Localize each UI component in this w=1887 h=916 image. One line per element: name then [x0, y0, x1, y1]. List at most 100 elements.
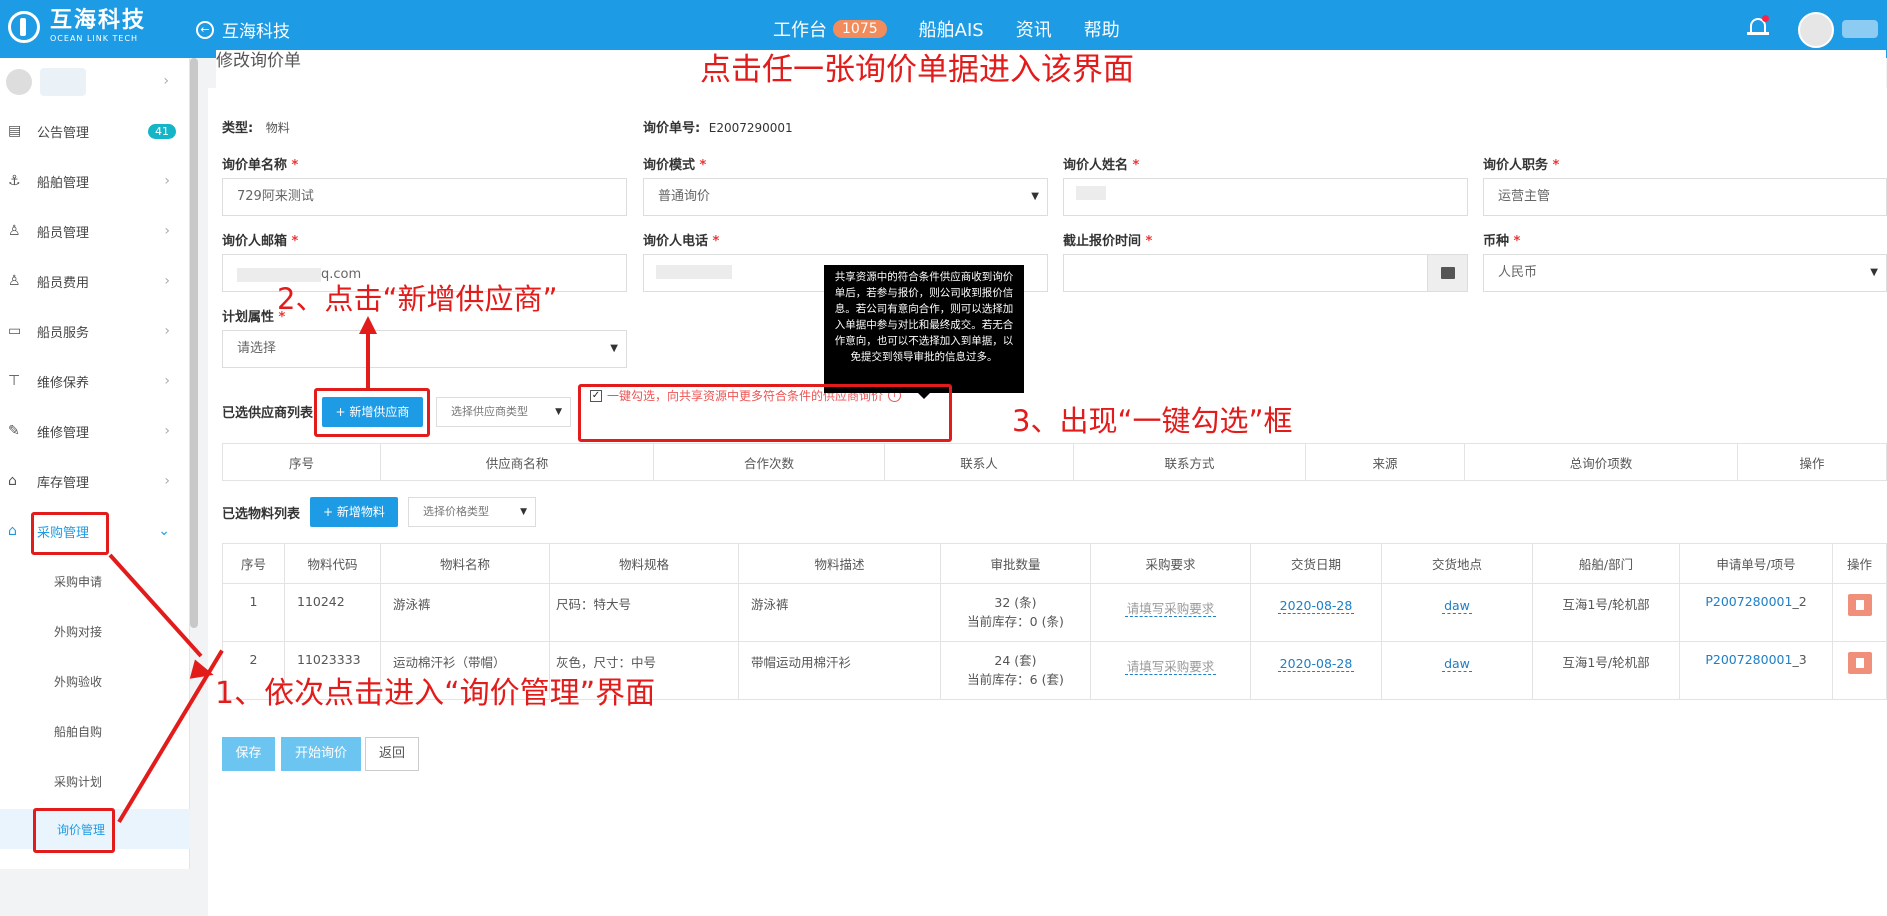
annotation-step1: 1、依次点击进入“询价管理”界面 — [215, 676, 656, 711]
cell-date[interactable]: 2020-08-28 — [1250, 583, 1382, 642]
highlight-inquiry — [33, 808, 115, 853]
sidebar-item-ship[interactable]: ⚓ 船舶管理 › — [0, 161, 190, 201]
plan-attr-label: 计划属性 * — [222, 310, 286, 325]
col-header: 合作次数 — [653, 443, 885, 481]
item-no: _3 — [1792, 652, 1807, 667]
subitem-label: 外购验收 — [54, 675, 103, 689]
cell-place[interactable]: daw — [1381, 583, 1533, 642]
sidebar-subitem-external-acceptance[interactable]: 外购验收 — [0, 661, 190, 701]
sidebar-subitem-purchase-request[interactable]: 采购申请 — [0, 561, 190, 601]
sidebar-subitem-purchase-plan[interactable]: 采购计划 — [0, 761, 190, 801]
sidebar-item-inventory[interactable]: ⌂ 库存管理 › — [0, 461, 190, 501]
place-input[interactable]: daw — [1442, 598, 1472, 614]
back-button[interactable]: ← 互海科技 — [196, 17, 290, 42]
qty-value: 24 (套) — [994, 653, 1037, 668]
add-material-label: 新增物料 — [336, 505, 385, 519]
blurred-name — [1076, 186, 1106, 200]
bell-icon[interactable] — [1747, 15, 1769, 39]
nav-help[interactable]: 帮助 — [1084, 16, 1120, 42]
date-input[interactable]: 2020-08-28 — [1277, 656, 1355, 672]
logo[interactable]: 互海科技 OCEAN LINK TECH — [8, 10, 146, 43]
subitem-label: 采购计划 — [54, 775, 103, 789]
col-header: 交货地点 — [1381, 543, 1533, 584]
qty-value: 32 (条) — [994, 595, 1037, 610]
cell-place[interactable]: daw — [1381, 641, 1533, 700]
date-input[interactable]: 2020-08-28 — [1277, 598, 1355, 614]
add-material-button[interactable]: + 新增物料 — [310, 497, 398, 527]
deadline-label: 截止报价时间 * — [1063, 234, 1153, 249]
chevron-right-icon: › — [164, 473, 170, 489]
sidebar-item-label: 船员管理 — [37, 225, 90, 241]
sidebar-item-label: 船舶管理 — [37, 175, 90, 191]
nav-ais[interactable]: 船舶AIS — [919, 16, 984, 42]
sidebar-item-crew-service[interactable]: ▭ 船员服务 › — [0, 311, 190, 351]
bag-icon: ⌂ — [8, 523, 17, 539]
back-button-bottom[interactable]: 返回 — [365, 737, 419, 771]
trash-icon[interactable] — [1847, 594, 1872, 616]
supplier-type-select[interactable]: 选择供应商类型 ▼ — [436, 397, 571, 427]
plan-attr-select[interactable]: 请选择 ▼ — [222, 330, 627, 368]
cell-req[interactable]: 请填写采购要求 — [1090, 583, 1251, 642]
inquirer-duty-label: 询价人职务 * — [1483, 158, 1560, 173]
hammer-icon: ⊤ — [8, 373, 21, 389]
col-header: 操作 — [1737, 443, 1887, 481]
table-row: 1 110242 游泳裤 尺码：特大号 游泳裤 32 (条) 当前库存：0 (条)… — [222, 583, 1887, 642]
user-name-blurred — [40, 68, 86, 96]
inquirer-name-input[interactable] — [1063, 178, 1468, 216]
nav-workbench-label: 工作台 — [773, 20, 827, 41]
caret-down-icon: ▼ — [610, 343, 618, 354]
place-input[interactable]: daw — [1442, 656, 1472, 672]
sidebar-item-repair[interactable]: ✎ 维修管理 › — [0, 411, 190, 451]
sidebar-user[interactable] — [6, 68, 86, 96]
inquirer-duty-input[interactable]: 运营主管 — [1483, 178, 1887, 216]
type-value: 物料 — [265, 121, 290, 135]
nav-workbench[interactable]: 工作台 1075 — [773, 16, 887, 42]
sidebar-item-crew[interactable]: ♙ 船员管理 › — [0, 211, 190, 251]
currency-value: 人民币 — [1498, 265, 1538, 280]
caret-down-icon: ▼ — [1031, 191, 1039, 202]
blurred-phone — [656, 265, 732, 279]
sidebar-scrollbar[interactable] — [190, 58, 198, 628]
sidebar-item-label: 公告管理 — [37, 125, 90, 141]
cell-apply: P2007280001_3 — [1679, 641, 1833, 700]
req-input[interactable]: 请填写采购要求 — [1124, 601, 1217, 617]
sidebar-item-maintenance[interactable]: ⊤ 维修保养 › — [0, 361, 190, 401]
highlight-add-supplier — [314, 388, 430, 437]
annotation-top: 点击任一张询价单据进入该界面 — [700, 52, 1134, 88]
cell-req[interactable]: 请填写采购要求 — [1090, 641, 1251, 700]
col-header: 交货日期 — [1250, 543, 1382, 584]
apply-link[interactable]: P2007280001 — [1705, 652, 1792, 667]
caret-down-icon: ▼ — [1870, 267, 1878, 278]
sidebar-item-crew-cost[interactable]: ♙ 船员费用 › — [0, 261, 190, 301]
info-tooltip: 共享资源中的符合条件供应商收到询价单后，若参与报价，则公司收到报价信息。若公司有… — [824, 265, 1024, 393]
sidebar-item-announcement[interactable]: ▤ 公告管理 41 — [0, 111, 190, 151]
sidebar-subitem-external-docking[interactable]: 外购对接 — [0, 611, 190, 651]
stock-value: 当前库存：6 (套) — [967, 672, 1064, 687]
chevron-down-icon: ⌄ — [158, 523, 170, 539]
supplier-list-label: 已选供应商列表 — [222, 406, 314, 421]
caret-down-icon: ▼ — [555, 407, 562, 417]
price-type-select[interactable]: 选择价格类型 ▼ — [408, 497, 536, 527]
cell-date[interactable]: 2020-08-28 — [1250, 641, 1382, 700]
username-blurred[interactable] — [1842, 20, 1878, 38]
calendar-icon[interactable] — [1427, 255, 1467, 291]
inquiry-mode-value: 普通询价 — [658, 189, 711, 204]
announcement-count-badge: 41 — [148, 123, 176, 139]
req-input[interactable]: 请填写采购要求 — [1124, 659, 1217, 675]
currency-select[interactable]: 人民币 ▼ — [1483, 254, 1887, 292]
nav-news[interactable]: 资讯 — [1016, 16, 1052, 42]
deadline-input[interactable] — [1063, 254, 1468, 292]
inquiry-name-input[interactable]: 729阿来测试 — [222, 178, 627, 216]
chevron-right-icon: › — [164, 273, 170, 289]
apply-link[interactable]: P2007280001 — [1705, 594, 1792, 609]
subitem-label: 船舶自购 — [54, 725, 103, 739]
inquirer-phone-label: 询价人电话 * — [643, 234, 720, 249]
inquiry-mode-select[interactable]: 普通询价 ▼ — [643, 178, 1048, 216]
trash-icon[interactable] — [1847, 652, 1872, 674]
save-button[interactable]: 保存 — [222, 737, 275, 771]
cell-qty: 32 (条) 当前库存：0 (条) — [940, 583, 1091, 642]
cell-desc: 带帽运动用棉汗衫 — [738, 641, 941, 700]
start-inquiry-button[interactable]: 开始询价 — [281, 737, 361, 771]
avatar[interactable] — [1798, 12, 1834, 48]
col-header: 物料名称 — [380, 543, 550, 584]
